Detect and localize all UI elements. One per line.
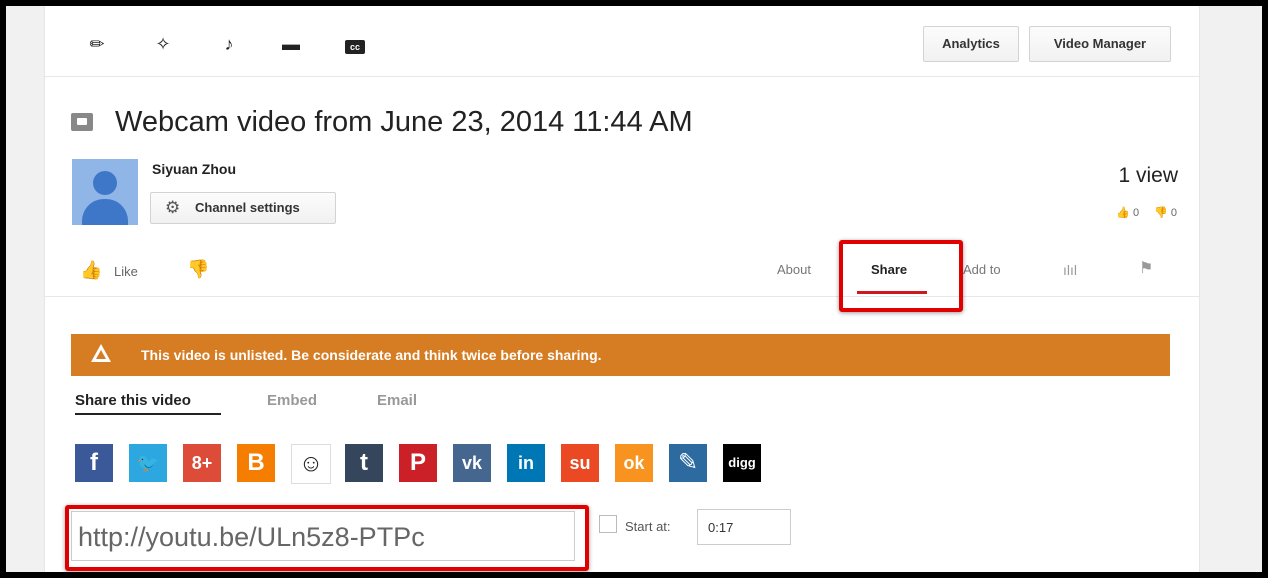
owner-name[interactable]: Siyuan Zhou	[152, 161, 236, 177]
video-title: Webcam video from June 23, 2014 11:44 AM	[115, 106, 693, 138]
start-at-label: Start at:	[625, 519, 671, 534]
window-frame: ✏ ✧ ♪ ▬ cc Analytics Video Manager Webca…	[6, 6, 1262, 572]
likes-count: 0	[1132, 207, 1140, 219]
tumblr-share-icon[interactable]: t	[345, 444, 383, 482]
music-note-icon[interactable]: ♪	[217, 32, 241, 56]
share-tab-highlight	[839, 240, 963, 312]
stats-icon[interactable]: ılıl	[1063, 262, 1077, 278]
like-dislike-summary: 👍 0 👎 0	[1104, 206, 1177, 219]
avatar-head	[93, 171, 117, 195]
toolbar: ✏ ✧ ♪ ▬ cc Analytics Video Manager	[45, 6, 1199, 77]
pencil-icon[interactable]: ✏	[85, 32, 109, 56]
channel-settings-label: Channel settings	[195, 200, 300, 215]
reddit-share-icon[interactable]: ☺	[291, 444, 331, 484]
avatar[interactable]	[72, 159, 138, 225]
unlisted-icon	[71, 113, 93, 131]
odnoklassniki-share-icon[interactable]: ok	[615, 444, 653, 482]
video-card: ✏ ✧ ♪ ▬ cc Analytics Video Manager Webca…	[44, 6, 1200, 572]
gear-icon: ⚙	[165, 198, 181, 217]
share-url-highlight	[65, 505, 589, 571]
thumbs-down-icon: 👎	[187, 259, 210, 279]
vk-share-icon[interactable]: vk	[453, 444, 491, 482]
avatar-body	[82, 199, 128, 225]
warning-text: This video is unlisted. Be considerate a…	[141, 347, 602, 363]
blogger-share-icon[interactable]: B	[237, 444, 275, 482]
dislike-button[interactable]: 👎	[187, 259, 209, 280]
start-at-input[interactable]: 0:17	[697, 509, 791, 545]
thumbs-up-small-icon: 👍	[1116, 207, 1130, 219]
subtab-share-this-video[interactable]: Share this video	[75, 392, 191, 409]
google-plus-share-icon[interactable]: 8+	[183, 444, 221, 482]
stumbleupon-share-icon[interactable]: su	[561, 444, 599, 482]
warning-icon	[91, 344, 111, 362]
video-manager-button[interactable]: Video Manager	[1029, 26, 1171, 62]
like-label: Like	[114, 264, 138, 279]
thumbs-up-icon: 👍	[80, 260, 103, 280]
livejournal-share-icon[interactable]: ✎	[669, 444, 707, 482]
twitter-share-icon[interactable]: 🐦	[129, 444, 167, 482]
pinterest-share-icon[interactable]: P	[399, 444, 437, 482]
thumbs-down-small-icon: 👎	[1154, 207, 1168, 219]
channel-settings-button[interactable]: ⚙ Channel settings	[150, 192, 336, 224]
facebook-share-icon[interactable]: f	[75, 444, 113, 482]
analytics-button[interactable]: Analytics	[923, 26, 1019, 62]
like-button[interactable]: 👍 Like	[80, 260, 138, 281]
cc-label: cc	[345, 40, 365, 54]
cc-icon[interactable]: cc	[343, 32, 367, 56]
start-at-checkbox[interactable]	[599, 515, 617, 533]
tab-add-to[interactable]: Add to	[963, 262, 1001, 277]
digg-share-icon[interactable]: digg	[723, 444, 761, 482]
action-bar: 👍 Like 👎 About Share Add to ılıl ⚑	[45, 246, 1199, 297]
view-count: 1 view	[1118, 164, 1178, 187]
magic-wand-icon[interactable]: ✧	[151, 32, 175, 56]
dislikes-count: 0	[1170, 207, 1177, 219]
subtab-email[interactable]: Email	[377, 392, 417, 409]
subtab-underline	[75, 413, 221, 415]
flag-icon[interactable]: ⚑	[1139, 258, 1153, 278]
tab-about[interactable]: About	[777, 262, 811, 277]
linkedin-share-icon[interactable]: in	[507, 444, 545, 482]
unlisted-warning: This video is unlisted. Be considerate a…	[71, 334, 1170, 376]
subtab-embed[interactable]: Embed	[267, 392, 317, 409]
comment-icon[interactable]: ▬	[279, 32, 303, 56]
